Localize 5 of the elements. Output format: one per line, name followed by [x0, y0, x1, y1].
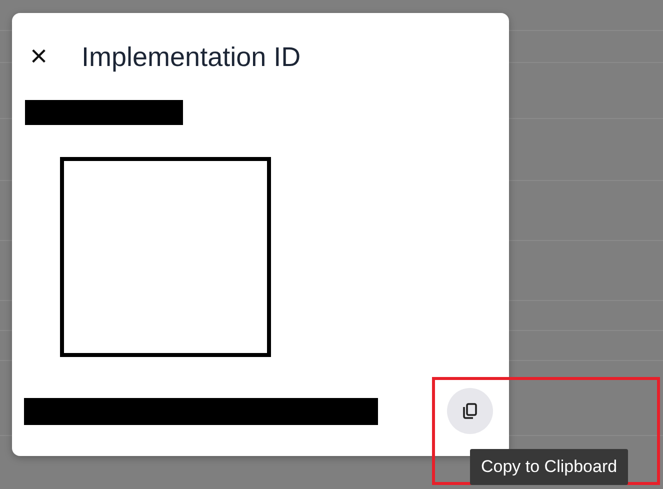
tooltip: Copy to Clipboard: [470, 449, 628, 484]
copy-icon: [461, 402, 479, 420]
close-button[interactable]: ×: [28, 42, 50, 72]
copy-button[interactable]: [447, 388, 493, 434]
dialog-title: Implementation ID: [82, 40, 301, 74]
